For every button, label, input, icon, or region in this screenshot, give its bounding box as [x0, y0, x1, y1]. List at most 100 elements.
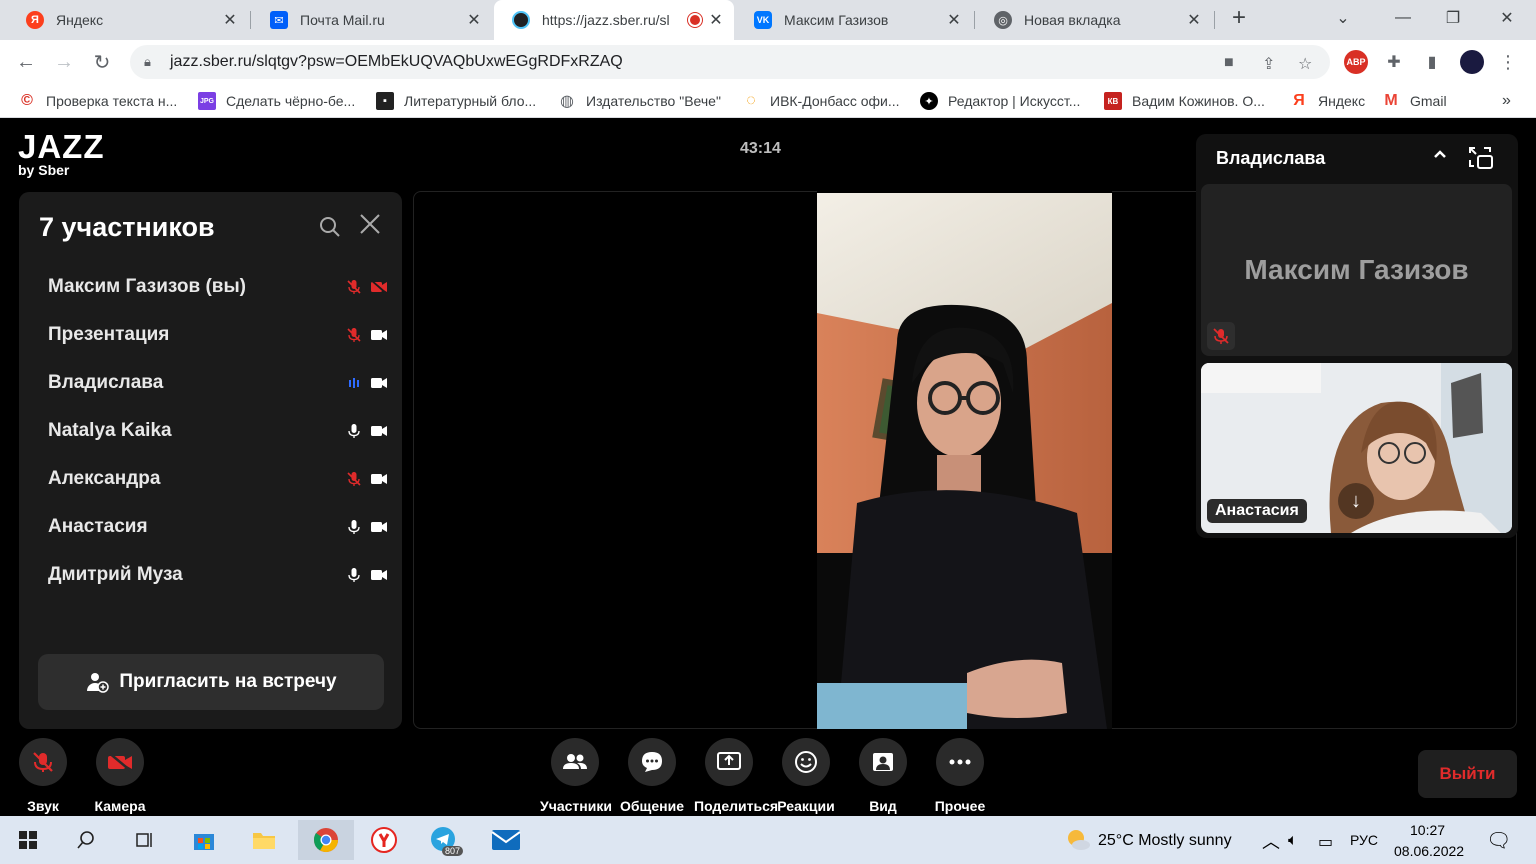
- bookmark-item[interactable]: КВ Вадим Кожинов. О...: [1104, 92, 1265, 110]
- search-icon[interactable]: [319, 216, 341, 244]
- share-icon[interactable]: ⇪: [1262, 54, 1275, 74]
- swap-layout-icon[interactable]: [1468, 146, 1494, 170]
- camera-label: Камера: [94, 798, 146, 814]
- notifications-icon[interactable]: 🗨︎: [1486, 828, 1511, 853]
- telegram-icon[interactable]: 807: [424, 820, 464, 860]
- bookmark-star-icon[interactable]: ☆: [1298, 54, 1312, 74]
- tab-new[interactable]: ◎ Новая вкладка ✕: [976, 0, 1212, 40]
- mic-muted-icon: [347, 328, 361, 342]
- reload-icon[interactable]: ↻: [86, 46, 118, 78]
- tab-jazz[interactable]: https://jazz.sber.ru/sl ✕: [494, 0, 734, 40]
- share-button[interactable]: Поделиться: [694, 738, 778, 814]
- tab-vk[interactable]: VK Максим Газизов ✕: [736, 0, 972, 40]
- invite-button[interactable]: Пригласить на встречу: [38, 654, 384, 710]
- close-icon[interactable]: ✕: [222, 10, 238, 30]
- address-bar[interactable]: 🔒︎ jazz.sber.ru/slqtgv?psw=OEMbEkUQVAQbU…: [130, 45, 1330, 79]
- participant-tile[interactable]: Максим Газизов: [1201, 184, 1512, 356]
- close-icon[interactable]: ✕: [1186, 10, 1202, 30]
- tile-name: Анастасия: [1207, 499, 1307, 523]
- participant-name: Дмитрий Муза: [48, 564, 183, 585]
- participant-row[interactable]: Презентация: [48, 320, 388, 350]
- yandex-browser-icon[interactable]: [364, 820, 404, 860]
- bookmark-item[interactable]: © Проверка текста н...: [18, 92, 177, 110]
- store-icon[interactable]: [184, 820, 224, 860]
- chat-button[interactable]: Общение: [617, 738, 687, 814]
- bookmark-item[interactable]: JPG Сделать чёрно-бе...: [198, 92, 355, 110]
- tab-search-icon[interactable]: ⌄: [1318, 0, 1368, 36]
- arrow-down-icon[interactable]: ↓: [1338, 483, 1374, 519]
- extensions-icon[interactable]: ✚: [1382, 50, 1406, 74]
- close-icon[interactable]: [359, 210, 381, 242]
- call-timer: 43:14: [740, 140, 781, 157]
- menu-icon[interactable]: ⋮: [1496, 50, 1520, 74]
- bookmark-item[interactable]: M Gmail: [1382, 92, 1446, 110]
- participant-row[interactable]: Анастасия: [48, 512, 388, 542]
- participants-button[interactable]: Участники: [540, 738, 612, 814]
- participant-row[interactable]: Дмитрий Муза: [48, 560, 388, 590]
- close-icon[interactable]: ✕: [708, 10, 724, 30]
- chevron-up-icon[interactable]: ︿: [1262, 828, 1280, 854]
- bookmark-item[interactable]: ✦ Редактор | Искусст...: [920, 92, 1080, 110]
- bookmark-item[interactable]: Я Яндекс: [1290, 92, 1365, 110]
- adblock-icon[interactable]: ABP: [1344, 50, 1368, 74]
- tab-mail[interactable]: ✉ Почта Mail.ru ✕: [252, 0, 492, 40]
- clock-date[interactable]: 08.06.2022: [1394, 843, 1464, 859]
- chrome-taskbar-icon[interactable]: [298, 820, 354, 860]
- editor-icon: ✦: [920, 92, 938, 110]
- profile-avatar[interactable]: [1460, 50, 1484, 74]
- restore-icon[interactable]: ❐: [1428, 0, 1478, 36]
- chrome-icon: ◎: [994, 11, 1012, 29]
- back-icon[interactable]: ←: [10, 46, 42, 78]
- battery-icon[interactable]: ▭: [1318, 832, 1333, 852]
- more-label: Прочее: [934, 798, 986, 814]
- participant-row[interactable]: Александра: [48, 464, 388, 494]
- side-panel-icon[interactable]: ▮: [1420, 50, 1444, 74]
- more-button[interactable]: Прочее: [925, 738, 995, 814]
- jpg-icon: JPG: [198, 92, 216, 110]
- more-bookmarks-button[interactable]: »: [1502, 92, 1511, 110]
- stage-left: [413, 191, 817, 729]
- leave-button[interactable]: Выйти: [1418, 750, 1517, 798]
- reactions-button[interactable]: Реакции: [771, 738, 841, 814]
- main-video[interactable]: [817, 193, 1112, 729]
- clock-time[interactable]: 10:27: [1410, 822, 1445, 838]
- reactions-label: Реакции: [777, 798, 835, 814]
- windows-start-icon[interactable]: [8, 820, 48, 860]
- close-icon[interactable]: ✕: [466, 10, 482, 30]
- participant-name: Александра: [48, 468, 161, 489]
- bookmark-item[interactable]: ◍ Издательство "Вече": [558, 92, 721, 110]
- minimize-icon[interactable]: —: [1378, 0, 1428, 36]
- sound-button[interactable]: Звук: [8, 738, 78, 814]
- bookmark-item[interactable]: ▪ Литературный бло...: [376, 92, 536, 110]
- view-button[interactable]: Вид: [848, 738, 918, 814]
- camera-icon: [371, 570, 387, 580]
- bookmark-label: Редактор | Искусст...: [948, 93, 1081, 109]
- participant-row[interactable]: Natalya Kaika: [48, 416, 388, 446]
- bookmark-item[interactable]: ◌ ИВК-Донбасс офи...: [742, 92, 899, 110]
- participant-row[interactable]: Максим Газизов (вы): [48, 272, 388, 302]
- bookmark-label: Яндекс: [1318, 93, 1366, 109]
- bookmark-label: Проверка текста н...: [46, 93, 178, 109]
- volume-icon[interactable]: 🔈︎: [1288, 832, 1298, 850]
- blog-icon: ▪: [376, 92, 394, 110]
- forward-icon[interactable]: →: [48, 46, 80, 78]
- window-close-icon[interactable]: ✕: [1482, 0, 1532, 36]
- tab-yandex[interactable]: Я Яндекс ✕: [8, 0, 248, 40]
- participant-row[interactable]: Владислава: [48, 368, 388, 398]
- jazz-app: JAZZ by Sber 43:14 7 участников Максим Г…: [0, 118, 1536, 816]
- chevron-up-icon[interactable]: [1432, 146, 1448, 167]
- participant-tile-video[interactable]: Анастасия ↓: [1201, 363, 1512, 533]
- camera-in-use-icon[interactable]: ■: [1224, 54, 1234, 72]
- close-icon[interactable]: ✕: [946, 10, 962, 30]
- task-view-icon[interactable]: [124, 820, 164, 860]
- new-tab-button[interactable]: +: [1214, 0, 1264, 36]
- camera-button[interactable]: Камера: [85, 738, 155, 814]
- mail-app-icon[interactable]: [486, 820, 526, 860]
- search-icon[interactable]: [66, 820, 106, 860]
- mic-muted-icon: [19, 738, 67, 786]
- weather-text[interactable]: 25°C Mostly sunny: [1098, 832, 1232, 850]
- file-explorer-icon[interactable]: [244, 820, 284, 860]
- language-indicator[interactable]: РУС: [1350, 832, 1378, 848]
- browser-toolbar: ← → ↻ 🔒︎ jazz.sber.ru/slqtgv?psw=OEMbEkU…: [0, 40, 1536, 84]
- jazz-icon: [512, 11, 530, 29]
